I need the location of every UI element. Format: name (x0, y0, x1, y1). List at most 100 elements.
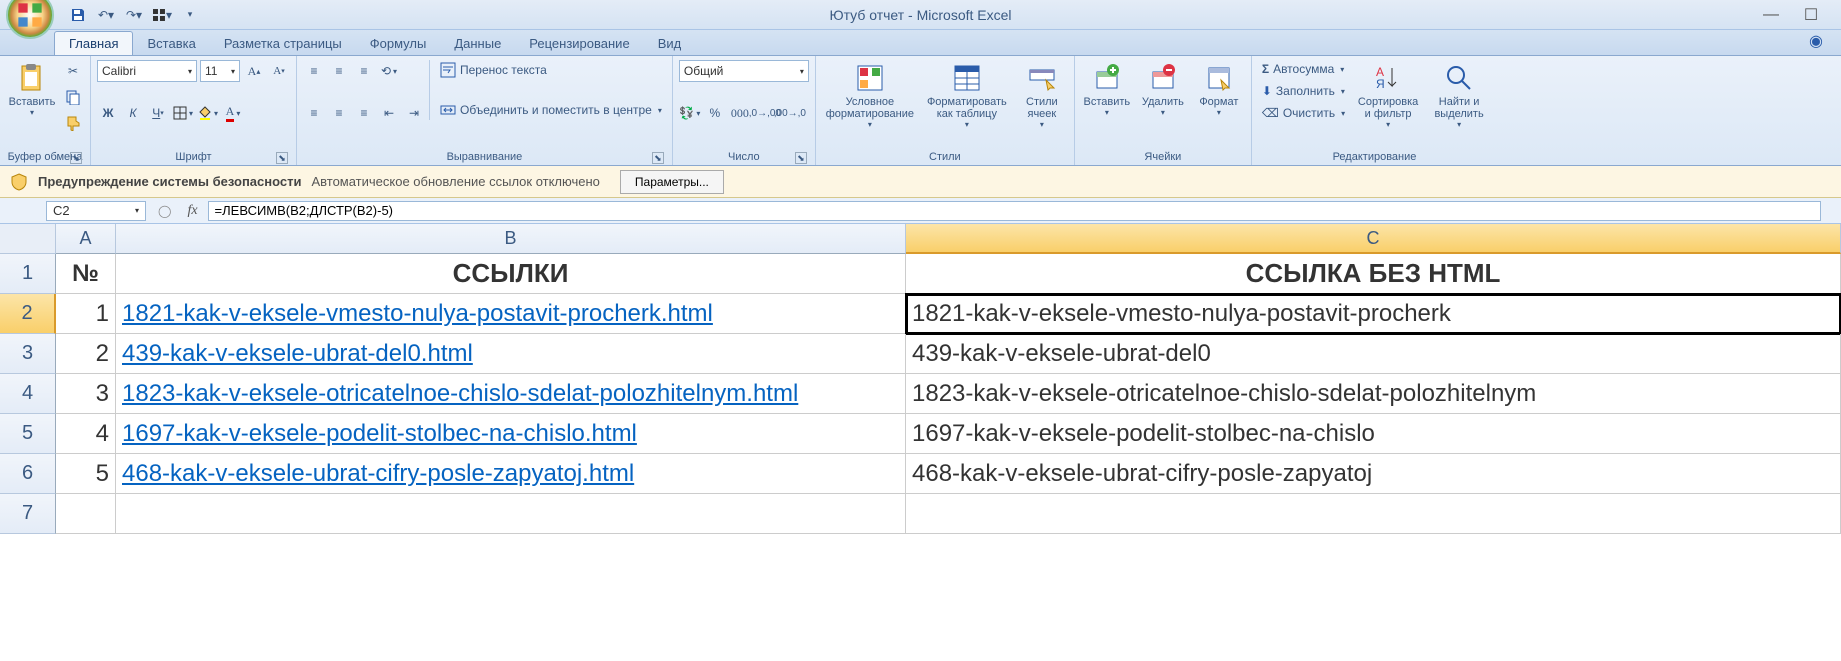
increase-font-icon[interactable]: A▴ (243, 60, 265, 82)
maximize-button[interactable]: ☐ (1801, 5, 1821, 25)
font-launcher[interactable]: ⬊ (276, 152, 288, 164)
group-clipboard: Вставить▾ ✂ Буфер обмена⬊ (0, 56, 91, 165)
format-cells-button[interactable]: Формат▾ (1193, 60, 1245, 119)
row-header-4[interactable]: 4 (0, 374, 56, 414)
orientation-icon[interactable]: ⟲ (378, 60, 400, 82)
fill-button[interactable]: ⬇ Заполнить (1258, 82, 1349, 100)
bold-icon[interactable]: Ж (97, 102, 119, 124)
paste-button[interactable]: Вставить▾ (6, 60, 58, 119)
clipboard-launcher[interactable]: ⬊ (70, 152, 82, 164)
increase-indent-icon[interactable]: ⇥ (403, 102, 425, 124)
tab-home[interactable]: Главная (54, 31, 133, 55)
cell-A5[interactable]: 4 (56, 414, 116, 454)
font-name-combo[interactable]: Calibri▾ (97, 60, 197, 82)
format-painter-icon[interactable] (62, 112, 84, 134)
decrease-font-icon[interactable]: A▾ (268, 60, 290, 82)
cell-B1[interactable]: ССЫЛКИ (116, 254, 906, 294)
cell-C2[interactable]: 1821-kak-v-eksele-vmesto-nulya-postavit-… (906, 294, 1841, 334)
cell-A6[interactable]: 5 (56, 454, 116, 494)
row-header-7[interactable]: 7 (0, 494, 56, 534)
cell-A3[interactable]: 2 (56, 334, 116, 374)
comma-icon[interactable]: 000 (729, 102, 751, 124)
insert-cells-button[interactable]: Вставить▾ (1081, 60, 1133, 119)
col-header-A[interactable]: A (56, 224, 116, 254)
alignment-launcher[interactable]: ⬊ (652, 152, 664, 164)
font-color-icon[interactable]: A (222, 102, 244, 124)
qat-customize-icon[interactable]: ▾ (180, 5, 200, 25)
minimize-button[interactable]: — (1761, 5, 1781, 25)
conditional-formatting-button[interactable]: Условное форматирование▾ (822, 60, 918, 131)
cell-A1[interactable]: № (56, 254, 116, 294)
align-left-icon[interactable]: ≡ (303, 102, 325, 124)
row-header-3[interactable]: 3 (0, 334, 56, 374)
underline-icon[interactable]: Ч▾ (147, 102, 169, 124)
align-bottom-icon[interactable]: ≡ (353, 60, 375, 82)
row-header-6[interactable]: 6 (0, 454, 56, 494)
align-middle-icon[interactable]: ≡ (328, 60, 350, 82)
clear-button[interactable]: ⌫ Очистить (1258, 104, 1349, 122)
cell-B5[interactable]: 1697-kak-v-eksele-podelit-stolbec-na-chi… (116, 414, 906, 454)
cell-C4[interactable]: 1823-kak-v-eksele-otricatelnoe-chislo-sd… (906, 374, 1841, 414)
fb-circle-icon[interactable]: ◯ (158, 204, 171, 218)
select-all-corner[interactable] (0, 224, 56, 254)
save-icon[interactable] (68, 5, 88, 25)
cell-A4[interactable]: 3 (56, 374, 116, 414)
format-as-table-button[interactable]: Форматировать как таблицу▾ (922, 60, 1012, 131)
number-launcher[interactable]: ⬊ (795, 152, 807, 164)
tab-data[interactable]: Данные (440, 32, 515, 55)
cell-C5[interactable]: 1697-kak-v-eksele-podelit-stolbec-na-chi… (906, 414, 1841, 454)
col-header-C[interactable]: C (906, 224, 1841, 254)
percent-icon[interactable]: % (704, 102, 726, 124)
cell-B2[interactable]: 1821-kak-v-eksele-vmesto-nulya-postavit-… (116, 294, 906, 334)
cell-A7[interactable] (56, 494, 116, 534)
tab-review[interactable]: Рецензирование (515, 32, 643, 55)
cell-C1[interactable]: ССЫЛКА БЕЗ HTML (906, 254, 1841, 294)
cell-B4[interactable]: 1823-kak-v-eksele-otricatelnoe-chislo-sd… (116, 374, 906, 414)
copy-icon[interactable] (62, 86, 84, 108)
cell-C7[interactable] (906, 494, 1841, 534)
font-size-combo[interactable]: 11▾ (200, 60, 240, 82)
row-header-5[interactable]: 5 (0, 414, 56, 454)
decrease-indent-icon[interactable]: ⇤ (378, 102, 400, 124)
row-header-2[interactable]: 2 (0, 294, 56, 334)
cell-B7[interactable] (116, 494, 906, 534)
fill-color-icon[interactable] (197, 102, 219, 124)
security-options-button[interactable]: Параметры... (620, 170, 724, 194)
col-header-B[interactable]: B (116, 224, 906, 254)
cell-A2[interactable]: 1 (56, 294, 116, 334)
cut-icon[interactable]: ✂ (62, 60, 84, 82)
align-center-icon[interactable]: ≡ (328, 102, 350, 124)
fx-icon[interactable]: fx (177, 203, 207, 219)
delete-cells-button[interactable]: Удалить▾ (1137, 60, 1189, 119)
cell-B6[interactable]: 468-kak-v-eksele-ubrat-cifry-posle-zapya… (116, 454, 906, 494)
name-box[interactable]: C2▾ (46, 201, 146, 221)
find-select-button[interactable]: Найти и выделить▾ (1427, 60, 1491, 131)
merge-center-button[interactable]: Объединить и поместить в центре (436, 100, 666, 120)
accounting-format-icon[interactable]: 💱 (679, 102, 701, 124)
align-top-icon[interactable]: ≡ (303, 60, 325, 82)
wrap-text-button[interactable]: Перенос текста (436, 60, 666, 80)
formula-input[interactable] (208, 201, 1821, 221)
cell-B3[interactable]: 439-kak-v-eksele-ubrat-del0.html (116, 334, 906, 374)
increase-decimal-icon[interactable]: ,0→,00 (754, 102, 776, 124)
cell-C6[interactable]: 468-kak-v-eksele-ubrat-cifry-posle-zapya… (906, 454, 1841, 494)
italic-icon[interactable]: К (122, 102, 144, 124)
tab-page-layout[interactable]: Разметка страницы (210, 32, 356, 55)
undo-icon[interactable]: ↶▾ (96, 5, 116, 25)
tab-formulas[interactable]: Формулы (356, 32, 441, 55)
ribbon-tabs: Главная Вставка Разметка страницы Формул… (0, 30, 1841, 56)
tab-insert[interactable]: Вставка (133, 32, 209, 55)
autosum-button[interactable]: Σ Автосумма (1258, 60, 1349, 78)
number-format-combo[interactable]: Общий▾ (679, 60, 809, 82)
borders-icon[interactable] (172, 102, 194, 124)
cell-styles-button[interactable]: Стили ячеек▾ (1016, 60, 1068, 131)
tab-view[interactable]: Вид (644, 32, 696, 55)
decrease-decimal-icon[interactable]: ,00→,0 (779, 102, 801, 124)
redo-icon[interactable]: ↷▾ (124, 5, 144, 25)
row-header-1[interactable]: 1 (0, 254, 56, 294)
qat-grid-icon[interactable]: ▾ (152, 5, 172, 25)
cell-C3[interactable]: 439-kak-v-eksele-ubrat-del0 (906, 334, 1841, 374)
sort-filter-button[interactable]: АЯ Сортировка и фильтр▾ (1353, 60, 1423, 131)
help-icon[interactable]: ◉ (1809, 31, 1823, 55)
align-right-icon[interactable]: ≡ (353, 102, 375, 124)
